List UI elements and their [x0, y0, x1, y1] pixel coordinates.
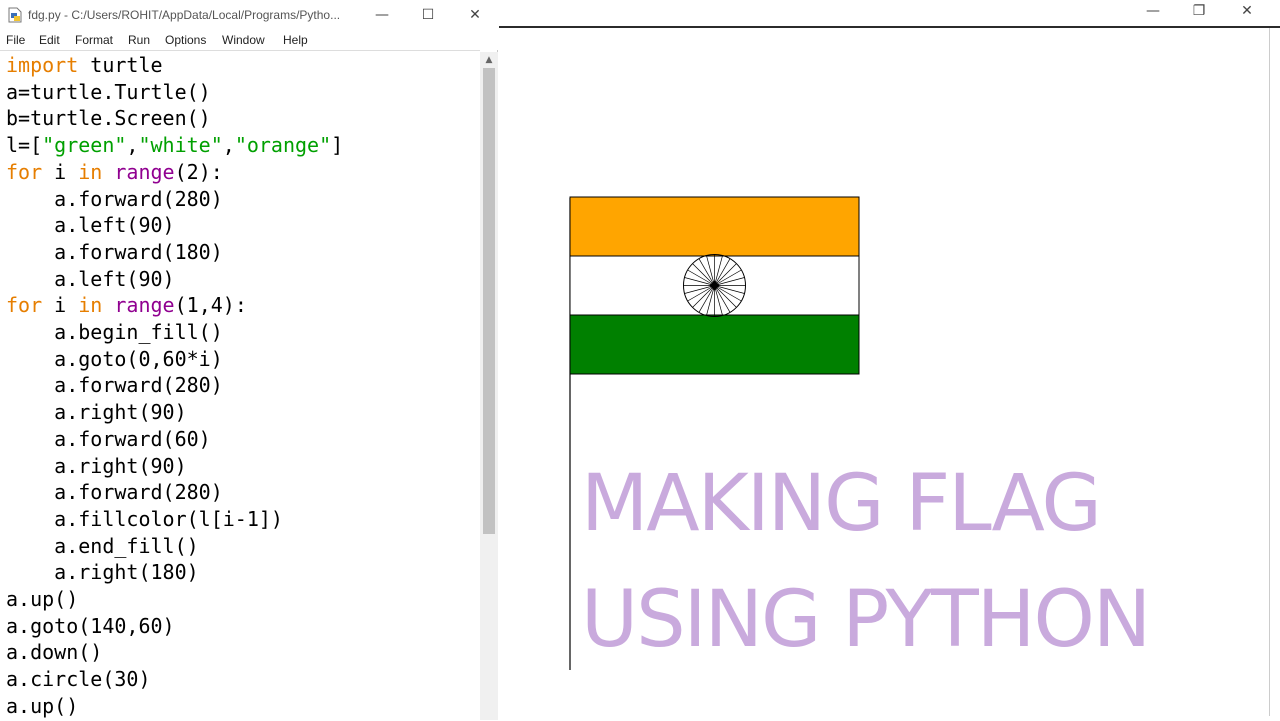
scroll-up-arrow-icon[interactable]: ▲ — [480, 52, 498, 68]
turtle-close-button[interactable]: ✕ — [1227, 0, 1267, 22]
code-line: a.forward(180) — [6, 239, 223, 264]
menu-edit[interactable]: Edit — [39, 33, 60, 47]
code-line: a.forward(280) — [6, 186, 223, 211]
headline-overlay: MAKING FLAG USING PYTHON — [581, 446, 1271, 678]
code-line: a.right(90) — [6, 400, 187, 425]
idle-editor-window: fdg.py - C:/Users/ROHIT/AppData/Local/Pr… — [0, 0, 498, 721]
code-line: a.begin_fill() — [6, 320, 223, 344]
code-line: a.forward(280) — [6, 480, 223, 505]
code-line: a.forward(60) — [6, 426, 211, 451]
editor-menubar: File Edit Format Run Options Window Help — [0, 30, 498, 50]
editor-close-button[interactable]: ✕ — [455, 4, 495, 26]
menu-file[interactable]: File — [6, 33, 25, 47]
code-line: for i in range(2): — [6, 159, 223, 184]
headline-line-1: MAKING FLAG — [581, 459, 1102, 549]
code-line: a.goto(140,60) — [6, 613, 175, 638]
code-line: a.fillcolor(l[i-1]) — [6, 506, 283, 531]
menu-options[interactable]: Options — [165, 33, 206, 47]
turtle-titlebar: — ❐ ✕ — [499, 0, 1280, 28]
code-line: a.left(90) — [6, 266, 175, 291]
code-line: a=turtle.Turtle() — [6, 79, 211, 104]
turtle-canvas[interactable]: MAKING FLAG USING PYTHON — [499, 28, 1270, 716]
turtle-minimize-button[interactable]: — — [1133, 0, 1173, 22]
ashoka-chakra — [683, 254, 746, 317]
code-line: for i in range(1,4): — [6, 293, 247, 318]
code-line: a.forward(280) — [6, 373, 223, 398]
turtle-restore-button[interactable]: ❐ — [1179, 0, 1219, 22]
code-line: b=turtle.Screen() — [6, 106, 211, 131]
code-line: a.down() — [6, 640, 103, 665]
editor-minimize-button[interactable]: — — [362, 4, 402, 26]
code-line: import turtle — [6, 53, 163, 77]
code-editor[interactable]: import turtle a=turtle.Turtle() b=turtle.S… — [0, 50, 480, 721]
flag-stripe-orange — [569, 196, 860, 257]
menu-help[interactable]: Help — [283, 33, 308, 47]
code-line: a.left(90) — [6, 213, 175, 238]
menu-run[interactable]: Run — [128, 33, 150, 47]
code-line: l=["green","white","orange"] — [6, 133, 344, 158]
menu-window[interactable]: Window — [222, 33, 265, 47]
headline-line-2: USING PYTHON — [581, 575, 1151, 665]
scrollbar-thumb[interactable] — [483, 68, 495, 534]
python-file-icon — [8, 7, 22, 23]
code-line: a.up() — [6, 693, 79, 718]
editor-title: fdg.py - C:/Users/ROHIT/AppData/Local/Pr… — [28, 8, 341, 22]
flag-stripe-green — [569, 314, 860, 375]
editor-scrollbar[interactable]: ▲ — [480, 52, 498, 720]
code-line: a.up() — [6, 587, 79, 611]
editor-titlebar: fdg.py - C:/Users/ROHIT/AppData/Local/Pr… — [0, 0, 498, 30]
code-line: a.right(180) — [6, 560, 199, 585]
turtle-graphics-window: — ❐ ✕ MAKING FLAG USING PYTHON — [499, 0, 1280, 720]
menu-format[interactable]: Format — [75, 33, 113, 47]
code-line: a.end_fill() — [6, 533, 199, 558]
editor-maximize-button[interactable]: ☐ — [408, 4, 448, 26]
code-line: a.goto(0,60*i) — [6, 346, 223, 371]
code-line: a.circle(30) — [6, 667, 151, 692]
code-line: a.right(90) — [6, 453, 187, 478]
